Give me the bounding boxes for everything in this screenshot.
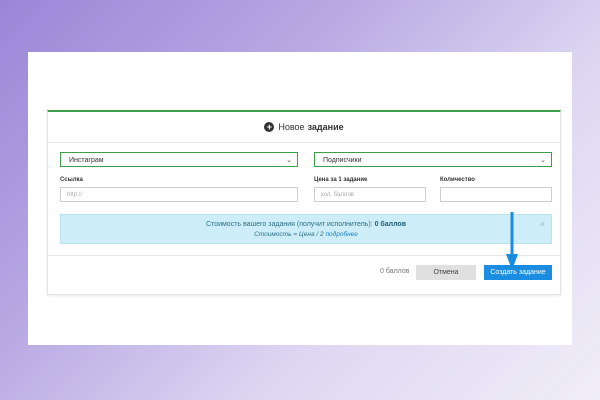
link-input[interactable]: http:// (60, 187, 298, 202)
price-placeholder: кол. баллов (321, 192, 354, 198)
quantity-input[interactable] (440, 187, 552, 202)
modal-header: + Новое задание (48, 112, 560, 143)
type-select[interactable]: Подписчики ⌄ (314, 152, 552, 167)
pointer-arrow-icon (506, 212, 518, 270)
platform-select[interactable]: Инстаграм ⌄ (60, 152, 298, 167)
chevron-down-icon: ⌄ (286, 157, 292, 164)
footer-divider (48, 255, 560, 256)
cost-line: Стоимость вашего задания (получит исполн… (61, 221, 551, 228)
link-label: Ссылка (60, 177, 83, 183)
price-input[interactable]: кол. баллов (314, 187, 426, 202)
details-link[interactable]: подробнее (325, 231, 357, 238)
formula-number: 2 (320, 231, 324, 238)
type-select-value: Подписчики (323, 157, 362, 164)
new-task-modal: + Новое задание Инстаграм ⌄ Подписчики ⌄… (47, 110, 561, 295)
plus-circle-icon: + (264, 122, 275, 132)
modal-title-strong: задание (307, 122, 344, 132)
platform-select-value: Инстаграм (69, 157, 104, 164)
points-total: 0 баллов (380, 268, 410, 275)
chevron-down-icon: ⌄ (540, 157, 546, 164)
cancel-button[interactable]: Отмена (416, 265, 476, 280)
price-label: Цена за 1 задание (314, 177, 368, 183)
formula-text: Стоимость = Цена / (254, 231, 319, 238)
close-icon[interactable]: × (540, 219, 545, 229)
quantity-label: Количество (440, 177, 475, 183)
cost-info-box: Стоимость вашего задания (получит исполн… (60, 214, 552, 244)
link-placeholder: http:// (67, 192, 83, 198)
cost-text: Стоимость вашего задания (получит исполн… (206, 221, 373, 228)
modal-title-prefix: Новое (278, 122, 305, 132)
cost-value: 0 баллов (374, 221, 406, 228)
cost-formula: Стоимость = Цена / 2 подробнее (61, 231, 551, 238)
